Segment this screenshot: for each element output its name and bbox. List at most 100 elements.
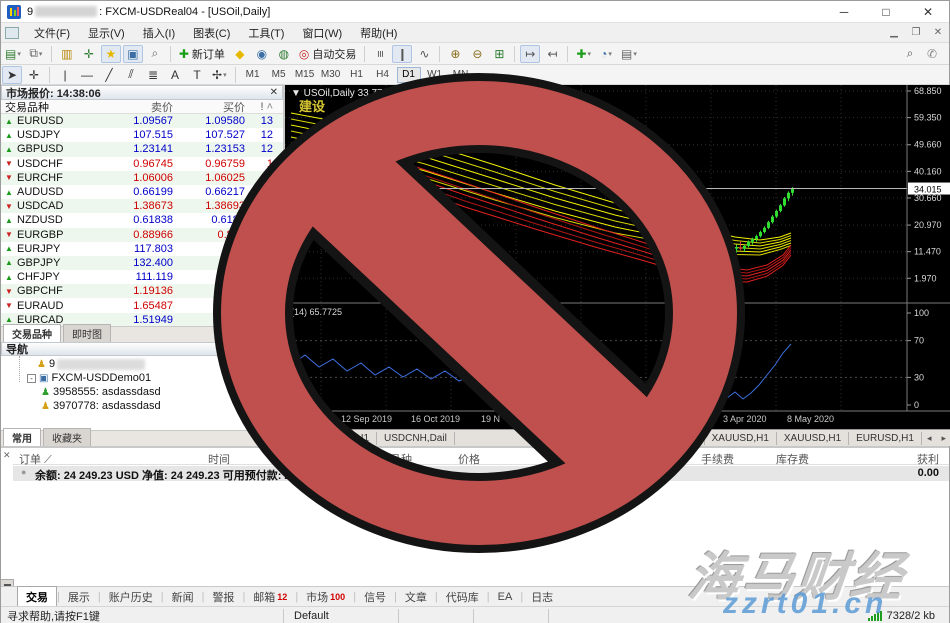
chart-tab-1[interactable]: NZDUSD,H1 xyxy=(305,432,377,445)
data-window-button[interactable]: ✛ xyxy=(79,45,99,63)
terminal-tab-交易[interactable]: 交易 xyxy=(17,586,57,608)
indicators-button[interactable]: ✚▾ xyxy=(573,45,594,63)
timeframe-mn-button[interactable]: MN xyxy=(449,67,473,83)
text-tool-button[interactable]: A xyxy=(165,66,185,84)
chart-shift-button[interactable]: ↤ xyxy=(542,45,562,63)
templates-button[interactable]: ▤▾ xyxy=(618,45,640,63)
market-watch-tab-交易品种[interactable]: 交易品种 xyxy=(3,324,61,342)
support-chat-icon[interactable]: ✆ xyxy=(922,45,942,63)
market-watch-header[interactable]: 交易品种 卖价 买价 ! ˄ xyxy=(1,100,283,114)
crosshair-tool-button[interactable]: ✛ xyxy=(24,66,44,84)
terminal-tab-EA[interactable]: EA xyxy=(490,589,521,605)
menu-item-4[interactable]: 工具(T) xyxy=(239,26,293,42)
terminal-column-4[interactable]: 价格 xyxy=(627,451,649,467)
timeframe-h1-button[interactable]: H1 xyxy=(345,67,369,83)
cursor-tool-button[interactable]: ➤ xyxy=(2,66,22,84)
market-watch-row-eurgbp[interactable]: ▼EURGBP0.889660.889 xyxy=(1,228,283,242)
terminal-tab-文章[interactable]: 文章 xyxy=(397,587,435,607)
market-watch-row-chfjpy[interactable]: ▲CHFJPY111.11911 xyxy=(1,270,283,284)
terminal-column-5[interactable]: 手续费 xyxy=(701,451,734,467)
market-watch-row-usdcad[interactable]: ▼USDCAD1.386731.38693 xyxy=(1,199,283,213)
market-watch-row-eurusd[interactable]: ▲EURUSD1.095671.0958013 xyxy=(1,114,283,128)
chart-tab-0[interactable]: H1 xyxy=(285,432,305,445)
minimize-button[interactable]: ─ xyxy=(823,1,865,23)
usoil-daily-chart[interactable]: 68.85059.35049.66040.16030.66020.97011.4… xyxy=(285,85,950,429)
periods-button[interactable]: ◔▾ xyxy=(596,45,616,63)
market-watch-toggle-button[interactable]: ▥ xyxy=(57,45,77,63)
terminal-tab-日志[interactable]: 日志 xyxy=(523,587,561,607)
terminal-toggle-button[interactable]: ▣ xyxy=(123,45,143,63)
auto-trading-button[interactable]: ◎自动交易 xyxy=(296,45,359,63)
mql-community-button[interactable]: ◉ xyxy=(252,45,272,63)
tree-expander-icon[interactable]: - xyxy=(27,374,36,383)
fibonacci-tool-button[interactable]: ≣ xyxy=(143,66,163,84)
timeframe-m1-button[interactable]: M1 xyxy=(241,67,265,83)
maximize-button[interactable]: □ xyxy=(865,1,907,23)
navigator-tab-常用[interactable]: 常用 xyxy=(3,428,41,446)
menu-item-6[interactable]: 帮助(H) xyxy=(351,26,406,42)
navigator-item-2[interactable]: ♟3958555: asdassdasd xyxy=(41,386,161,398)
terminal-close-icon[interactable]: ✕ xyxy=(3,450,11,461)
timeframe-m15-button[interactable]: M15 xyxy=(293,67,317,83)
market-watch-row-gbpchf[interactable]: ▼GBPCHF1.191361.1 xyxy=(1,284,283,298)
market-watch-row-gbpjpy[interactable]: ▲GBPJPY132.40013 xyxy=(1,256,283,270)
zoom-out-button[interactable]: ⊖ xyxy=(467,45,487,63)
tile-windows-button[interactable]: ⊞ xyxy=(489,45,509,63)
terminal-tab-展示[interactable]: 展示 xyxy=(60,587,98,607)
search-icon[interactable]: ⌕ xyxy=(900,45,920,63)
candlestick-chart-type-button[interactable]: ❙ xyxy=(392,45,412,63)
line-chart-type-button[interactable]: ∿ xyxy=(414,45,434,63)
mdi-close-button[interactable]: ✕ xyxy=(927,27,949,38)
navigator-title[interactable]: 导航 xyxy=(1,342,283,356)
terminal-column-3[interactable]: 价格 xyxy=(458,451,480,467)
market-watch-tab-即时图[interactable]: 即时图 xyxy=(63,324,111,342)
terminal-tab-账户历史[interactable]: 账户历史 xyxy=(101,587,161,607)
timeframe-h4-button[interactable]: H4 xyxy=(371,67,395,83)
strategy-tester-button[interactable]: ⌕ xyxy=(145,45,165,63)
bar-chart-type-button[interactable]: ≡ xyxy=(370,45,390,63)
metaeditor-button[interactable]: ◆ xyxy=(230,45,250,63)
text-label-tool-button[interactable]: T xyxy=(187,66,207,84)
chart-tabs-scroll-left-icon[interactable]: ◂ xyxy=(922,433,937,444)
chart-tab-right-0[interactable]: USD,Daily xyxy=(644,432,705,445)
zoom-in-button[interactable]: ⊕ xyxy=(445,45,465,63)
chart-tab-2[interactable]: USDCNH,Dail xyxy=(377,432,455,445)
market-watch-row-euraud[interactable]: ▼EURAUD1.654871.6 xyxy=(1,298,283,312)
timeframe-w1-button[interactable]: W1 xyxy=(423,67,447,83)
chart-window[interactable]: 68.85059.35049.66040.16030.66020.97011.4… xyxy=(285,85,950,446)
timeframe-m30-button[interactable]: M30 xyxy=(319,67,343,83)
market-watch-row-eurchf[interactable]: ▼EURCHF1.060061.06025 xyxy=(1,171,283,185)
market-watch-row-nzdusd[interactable]: ▲NZDUSD0.618380.6185 xyxy=(1,213,283,227)
new-chart-button[interactable]: ▤▾ xyxy=(2,45,24,63)
navigator-toggle-button[interactable]: ★ xyxy=(101,45,121,63)
menu-item-3[interactable]: 图表(C) xyxy=(184,26,239,42)
terminal-tab-新闻[interactable]: 新闻 xyxy=(164,587,202,607)
terminal-tab-信号[interactable]: 信号 xyxy=(356,587,394,607)
vertical-line-tool-button[interactable]: | xyxy=(55,66,75,84)
mdi-minimize-button[interactable]: ▁ xyxy=(883,27,905,38)
market-watch-row-eurjpy[interactable]: ▲EURJPY117.803117. xyxy=(1,242,283,256)
terminal-tab-警报[interactable]: 警报 xyxy=(204,587,242,607)
terminal-column-header[interactable]: 订单 ⟋时间交易品种价格价格手续费库存费获利 xyxy=(13,451,949,465)
menu-item-2[interactable]: 插入(I) xyxy=(134,26,184,42)
terminal-tab-代码库[interactable]: 代码库 xyxy=(438,587,487,607)
timeframe-d1-button[interactable]: D1 xyxy=(397,67,421,83)
globe-icon[interactable]: ◍ xyxy=(274,45,294,63)
navigator-tab-收藏夹[interactable]: 收藏夹 xyxy=(43,428,91,446)
chart-tab-right-2[interactable]: XAUUSD,H1 xyxy=(777,432,849,445)
trendline-tool-button[interactable]: ╱ xyxy=(99,66,119,84)
channel-tool-button[interactable]: ⫽ xyxy=(121,66,141,84)
terminal-column-6[interactable]: 库存费 xyxy=(776,451,809,467)
terminal-tab-市场[interactable]: 市场100 xyxy=(298,587,353,607)
market-watch-row-audusd[interactable]: ▲AUDUSD0.661990.66217 xyxy=(1,185,283,199)
close-button[interactable]: ✕ xyxy=(907,1,949,23)
market-watch-row-gbpusd[interactable]: ▲GBPUSD1.231411.2315312 xyxy=(1,142,283,156)
mdi-restore-button[interactable]: ❐ xyxy=(905,27,927,38)
navigator-item-0[interactable]: ♟9 xyxy=(37,358,147,370)
terminal-column-0[interactable]: 订单 ⟋ xyxy=(19,451,52,467)
menu-item-0[interactable]: 文件(F) xyxy=(25,26,79,42)
new-order-button[interactable]: ✚新订单 xyxy=(176,45,228,63)
terminal-tab-邮箱[interactable]: 邮箱12 xyxy=(245,587,295,607)
navigator-item-3[interactable]: ♟3970778: asdassdasd xyxy=(41,400,161,412)
auto-scroll-button[interactable]: ↦ xyxy=(520,45,540,63)
